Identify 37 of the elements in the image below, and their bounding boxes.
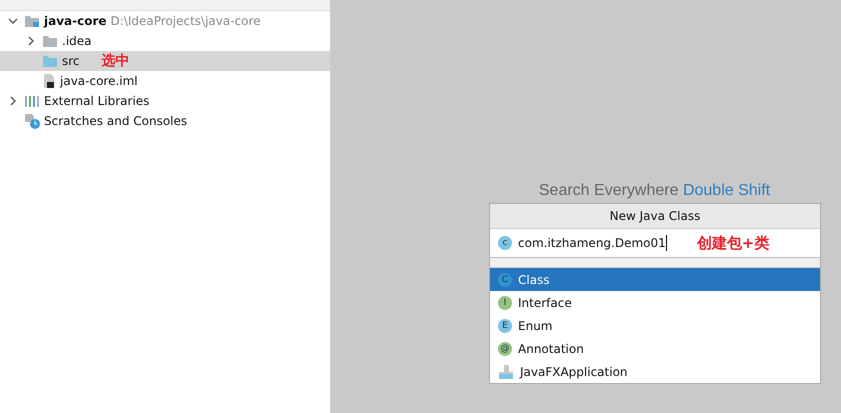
tree-item[interactable]: src 选中 (0, 51, 330, 71)
folder-icon (24, 14, 40, 28)
chevron-down-icon[interactable] (8, 16, 18, 26)
class-icon: c (498, 236, 512, 250)
file-icon (42, 73, 56, 89)
javafx-file-icon (498, 364, 514, 380)
chevron-right-icon[interactable] (26, 36, 36, 46)
kind-option[interactable]: C Class (490, 268, 820, 291)
popup-title: New Java Class (490, 204, 820, 229)
kind-option[interactable]: I Interface (490, 291, 820, 314)
tree-item-label: External Libraries (44, 94, 150, 108)
annotation-text: 创建包+类 (696, 234, 770, 252)
library-bars-icon (24, 94, 40, 108)
tree-item[interactable]: .idea (0, 31, 330, 51)
annotation-icon: @ (498, 342, 512, 356)
kind-option[interactable]: JavaFXApplication (490, 360, 820, 383)
chevron-right-icon[interactable] (8, 96, 18, 106)
folder-icon (42, 54, 58, 68)
interface-icon: I (498, 296, 512, 310)
tree-item[interactable]: Scratches and Consoles (0, 111, 330, 131)
tree-item-label: Scratches and Consoles (44, 114, 188, 128)
tree-item[interactable]: External Libraries (0, 91, 330, 111)
tree-item[interactable]: java-core.iml (0, 71, 330, 91)
kind-option[interactable]: E Enum (490, 314, 820, 337)
project-path: D:\IdeaProjects\java-core (110, 14, 261, 28)
class-icon: C (498, 272, 512, 286)
annotation-text: 选中 (102, 52, 130, 70)
tree-item-label: java-core (44, 14, 107, 28)
tree-item-label: .idea (62, 34, 92, 48)
enum-icon: E (498, 318, 512, 332)
folder-icon (42, 34, 58, 48)
kind-option[interactable]: @ Annotation (490, 337, 820, 360)
scratches-clock-icon (24, 113, 40, 129)
tree-item-label: java-core.iml (60, 74, 138, 88)
tree-item-label: src (62, 54, 80, 68)
search-everywhere-hint: Search Everywhere Double Shift (538, 182, 772, 201)
tree-item[interactable]: java-core D:\IdeaProjects\java-core (0, 11, 330, 31)
